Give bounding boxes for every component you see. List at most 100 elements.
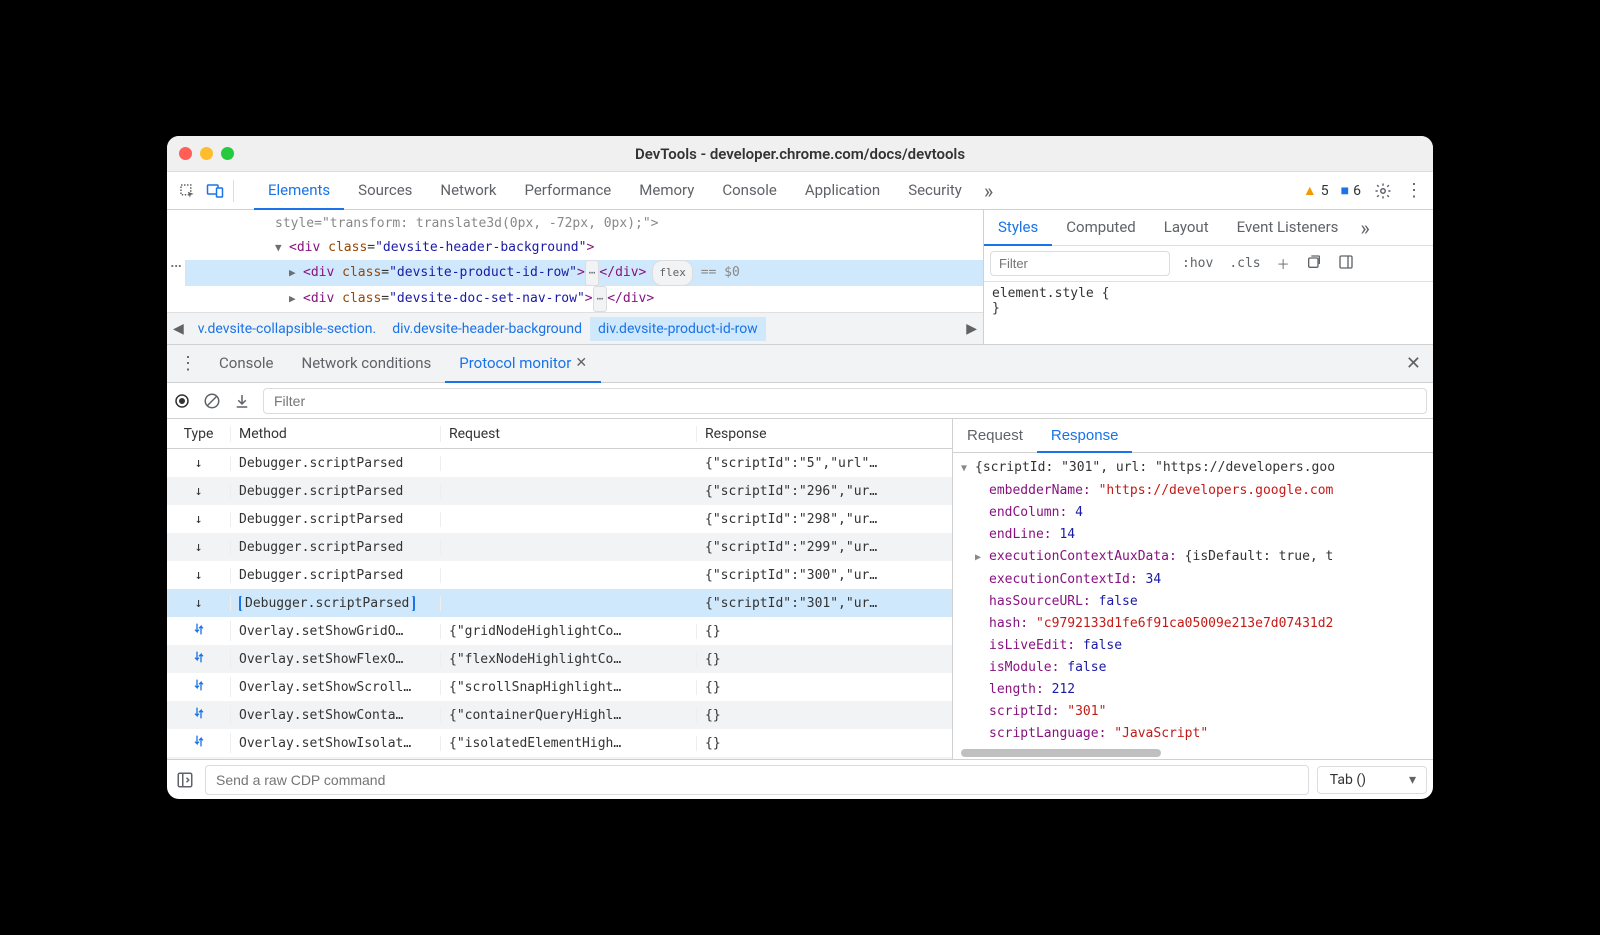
horizontal-scrollbar[interactable] (961, 749, 1161, 757)
detail-tab-request[interactable]: Request (953, 419, 1037, 453)
tab-elements[interactable]: Elements (254, 172, 344, 210)
tab-security[interactable]: Security (894, 172, 976, 210)
protocol-monitor-body: Type Method Request Response ↓Debugger.s… (167, 419, 1433, 759)
table-row[interactable]: ↓Debugger.scriptParsed{"scriptId":"298",… (167, 505, 952, 533)
dollar-zero: == $0 (701, 265, 740, 280)
save-icon[interactable] (233, 392, 251, 410)
cell-request: {"containerQueryHighl… (441, 708, 697, 723)
tab-application[interactable]: Application (791, 172, 894, 210)
record-icon[interactable] (173, 392, 191, 410)
tab-styles[interactable]: Styles (984, 210, 1052, 246)
drawer-tab-console[interactable]: Console (205, 345, 288, 383)
styles-body[interactable]: element.style { } (984, 282, 1433, 320)
minimize-window-button[interactable] (200, 147, 213, 160)
cell-response: {"scriptId":"298","ur… (697, 512, 952, 527)
cell-method: Debugger.scriptParsed (231, 568, 441, 583)
cell-response: {"scriptId":"5","url"… (697, 456, 952, 471)
styles-overflow-icon[interactable]: » (1360, 216, 1369, 240)
device-toggle-icon[interactable] (203, 179, 227, 203)
inspect-icon[interactable] (175, 179, 199, 203)
col-header-type[interactable]: Type (167, 426, 231, 442)
direction-both-icon (167, 621, 231, 641)
cdp-command-input[interactable] (205, 765, 1309, 795)
response-json[interactable]: ▼{scriptId: "301", url: "https://develop… (953, 453, 1433, 747)
style-rule-open: element.style { (992, 286, 1425, 301)
col-header-request[interactable]: Request (441, 426, 697, 442)
cell-response: {} (697, 680, 952, 695)
cell-response: {} (697, 708, 952, 723)
styles-toolbar: :hov .cls ＋ (984, 246, 1433, 282)
copy-styles-icon[interactable] (1302, 252, 1326, 276)
table-row[interactable]: ↓Debugger.scriptParsed{"scriptId":"301",… (167, 589, 952, 617)
table-row[interactable]: Overlay.setShowFlexO…{"flexNodeHighlight… (167, 645, 952, 673)
direction-both-icon (167, 649, 231, 669)
drawer-more-icon[interactable]: ⋮ (171, 353, 205, 374)
tab-event-listeners[interactable]: Event Listeners (1223, 210, 1353, 246)
drawer-tab-network-conditions[interactable]: Network conditions (288, 345, 446, 383)
cell-method: Overlay.setShowFlexO… (231, 652, 441, 667)
table-row[interactable]: ↓Debugger.scriptParsed {"scriptId":"5","u… (167, 449, 952, 477)
maximize-window-button[interactable] (221, 147, 234, 160)
tab-layout[interactable]: Layout (1150, 210, 1223, 246)
breadcrumb-item-selected[interactable]: div.devsite-product-id-row (590, 317, 766, 341)
table-row[interactable]: Overlay.setShowScroll…{"scrollSnapHighli… (167, 673, 952, 701)
close-window-button[interactable] (179, 147, 192, 160)
direction-in-icon: ↓ (167, 596, 231, 611)
direction-in-icon: ↓ (167, 456, 231, 471)
cell-request: {"isolatedElementHigh… (441, 736, 697, 751)
table-row[interactable]: Overlay.setShowIsolat…{"isolatedElementH… (167, 729, 952, 757)
tab-sources[interactable]: Sources (344, 172, 426, 210)
col-header-method[interactable]: Method (231, 426, 441, 442)
elements-styles-split: … style="transform: translate3d(0px, -72… (167, 210, 1433, 345)
style-rule-close: } (992, 301, 1425, 316)
cell-method: Debugger.scriptParsed (231, 456, 441, 471)
flex-badge[interactable]: flex (652, 260, 693, 286)
close-drawer-icon[interactable]: ✕ (1398, 353, 1429, 374)
hov-button[interactable]: :hov (1178, 254, 1217, 273)
detail-tab-response[interactable]: Response (1037, 419, 1133, 453)
tab-console[interactable]: Console (708, 172, 791, 210)
cell-response: {"scriptId":"299","ur… (697, 540, 952, 555)
tabs-overflow-icon[interactable]: » (984, 179, 993, 203)
toggle-pane-icon[interactable] (1334, 252, 1358, 276)
direction-both-icon (167, 733, 231, 753)
styles-filter-input[interactable] (990, 251, 1170, 276)
elements-more-icon[interactable]: … (167, 210, 185, 312)
tab-performance[interactable]: Performance (510, 172, 625, 210)
protocol-filter-input[interactable] (263, 388, 1427, 414)
elements-tree[interactable]: style="transform: translate3d(0px, -72px… (185, 210, 983, 312)
tab-computed[interactable]: Computed (1052, 210, 1150, 246)
more-menu-icon[interactable]: ⋮ (1401, 180, 1427, 201)
new-style-button[interactable]: ＋ (1273, 252, 1294, 275)
breadcrumb-item[interactable]: v.devsite-collapsible-section. (190, 317, 384, 341)
breadcrumb-left-icon[interactable]: ◀ (167, 321, 190, 337)
table-row[interactable]: Emulation.setEmitTouc…{"enabled":true,"c… (167, 757, 952, 759)
issues-badge[interactable]: ■6 (1337, 180, 1365, 201)
close-tab-icon[interactable]: ✕ (575, 355, 587, 371)
table-header: Type Method Request Response (167, 419, 952, 449)
toggle-command-pane-icon[interactable] (173, 768, 197, 792)
cell-response: {"scriptId":"296","ur… (697, 484, 952, 499)
table-row[interactable]: ↓Debugger.scriptParsed{"scriptId":"300",… (167, 561, 952, 589)
col-header-response[interactable]: Response (697, 426, 952, 442)
cell-request: {"gridNodeHighlightCo… (441, 624, 697, 639)
clear-icon[interactable] (203, 392, 221, 410)
warnings-badge[interactable]: ▲5 (1299, 180, 1333, 201)
cell-method: Debugger.scriptParsed (231, 484, 441, 499)
devtools-window: DevTools - developer.chrome.com/docs/dev… (167, 136, 1433, 799)
tab-memory[interactable]: Memory (625, 172, 708, 210)
cls-button[interactable]: .cls (1225, 254, 1264, 273)
table-row[interactable]: ↓Debugger.scriptParsed{"scriptId":"299",… (167, 533, 952, 561)
table-row[interactable]: Overlay.setShowGridO…{"gridNodeHighlight… (167, 617, 952, 645)
detail-tabs: Request Response (953, 419, 1433, 453)
table-row[interactable]: Overlay.setShowConta…{"containerQueryHig… (167, 701, 952, 729)
table-row[interactable]: ↓Debugger.scriptParsed{"scriptId":"296",… (167, 477, 952, 505)
drawer-tab-protocol-monitor[interactable]: Protocol monitor✕ (445, 345, 601, 383)
cell-request: {"scrollSnapHighlight… (441, 680, 697, 695)
breadcrumb-right-icon[interactable]: ▶ (960, 321, 983, 337)
settings-icon[interactable] (1371, 179, 1395, 203)
tab-network[interactable]: Network (426, 172, 510, 210)
breadcrumb-item[interactable]: div.devsite-header-background (384, 317, 590, 341)
titlebar: DevTools - developer.chrome.com/docs/dev… (167, 136, 1433, 172)
target-dropdown[interactable]: Tab () (1317, 766, 1427, 794)
